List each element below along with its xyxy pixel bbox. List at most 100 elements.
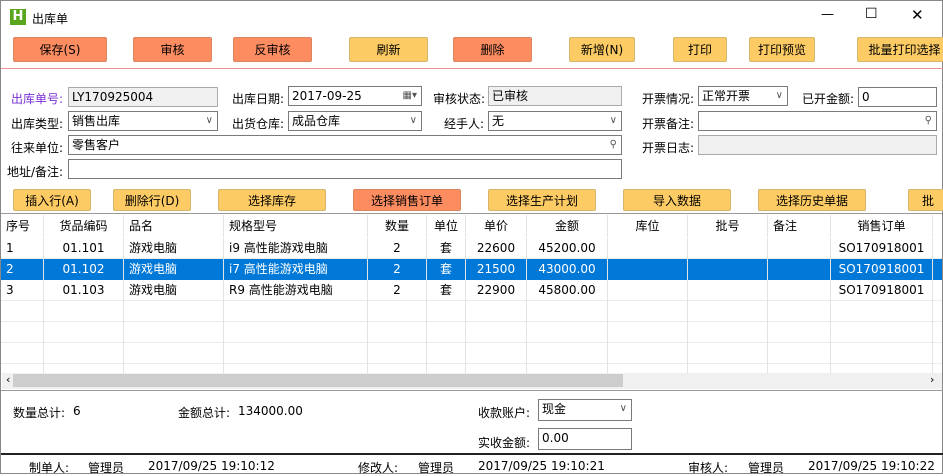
table-cell[interactable] [466, 301, 527, 322]
column-header[interactable]: 数量 [368, 215, 427, 237]
table-cell[interactable]: 套 [427, 238, 466, 259]
action-button-1[interactable]: 删除行(D) [113, 189, 191, 211]
account-select[interactable]: 现金 ∨ [538, 399, 632, 421]
table-cell[interactable] [608, 238, 688, 259]
calendar-icon[interactable]: ▦▾ [403, 88, 417, 104]
column-header[interactable]: 品名 [124, 215, 224, 237]
table-cell[interactable] [124, 301, 224, 322]
table-cell[interactable] [466, 364, 527, 373]
column-header[interactable]: 单位 [427, 215, 466, 237]
table-cell[interactable] [1, 364, 44, 373]
table-cell[interactable] [1, 301, 44, 322]
column-header[interactable]: 单价 [466, 215, 527, 237]
table-cell[interactable] [688, 259, 768, 280]
table-cell[interactable] [124, 322, 224, 343]
table-cell[interactable] [1, 343, 44, 364]
column-header[interactable] [933, 215, 942, 237]
table-cell[interactable]: SO170918001 [831, 280, 933, 301]
table-cell[interactable] [527, 301, 608, 322]
table-cell[interactable]: 套 [427, 280, 466, 301]
toolbar-button-6[interactable]: 打印 [673, 37, 727, 62]
table-cell[interactable]: 2 [1, 259, 44, 280]
table-cell[interactable] [831, 322, 933, 343]
table-cell[interactable] [688, 280, 768, 301]
action-button-6[interactable]: 选择历史单据 [758, 189, 866, 211]
table-cell[interactable]: 22900 [466, 280, 527, 301]
table-cell[interactable] [44, 322, 124, 343]
column-header[interactable]: 货品编码 [44, 215, 124, 237]
toolbar-button-5[interactable]: 新增(N) [569, 37, 635, 62]
table-cell[interactable] [831, 301, 933, 322]
scrollbar-thumb[interactable] [13, 374, 623, 387]
partner-field[interactable]: 零售客户 ⚲ [68, 135, 622, 155]
table-cell[interactable]: 2 [368, 238, 427, 259]
table-cell[interactable]: 套 [427, 259, 466, 280]
table-cell[interactable] [527, 343, 608, 364]
table-cell[interactable] [44, 364, 124, 373]
table-cell[interactable]: 01.101 [44, 238, 124, 259]
table-cell[interactable]: R9 高性能游戏电脑 [224, 280, 368, 301]
column-header[interactable]: 库位 [608, 215, 688, 237]
column-header[interactable]: 备注 [768, 215, 831, 237]
table-cell[interactable] [768, 280, 831, 301]
action-button-4[interactable]: 选择生产计划 [488, 189, 596, 211]
table-cell[interactable] [608, 322, 688, 343]
address-field[interactable] [68, 159, 622, 179]
table-cell[interactable] [831, 364, 933, 373]
table-cell[interactable]: 45200.00 [527, 238, 608, 259]
table-cell[interactable] [608, 259, 688, 280]
invoiced-amount-field[interactable]: 0 [858, 87, 937, 107]
table-cell[interactable] [688, 238, 768, 259]
table-cell[interactable] [688, 322, 768, 343]
table-cell[interactable]: 3 [1, 280, 44, 301]
table-cell[interactable] [933, 301, 942, 322]
type-select[interactable]: 销售出库 ∨ [68, 111, 218, 131]
action-button-3[interactable]: 选择销售订单 [353, 189, 461, 211]
toolbar-button-0[interactable]: 保存(S) [13, 37, 107, 62]
empty-row[interactable] [1, 343, 942, 364]
toolbar-button-1[interactable]: 审核 [133, 37, 212, 62]
table-cell[interactable]: 2 [368, 259, 427, 280]
table-cell[interactable] [224, 322, 368, 343]
search-icon[interactable]: ⚲ [925, 113, 932, 129]
empty-row[interactable] [1, 301, 942, 322]
table-cell[interactable] [933, 238, 942, 259]
empty-row[interactable] [1, 322, 942, 343]
table-cell[interactable] [688, 301, 768, 322]
table-cell[interactable] [768, 259, 831, 280]
table-cell[interactable] [44, 301, 124, 322]
invoice-status-select[interactable]: 正常开票 ∨ [698, 86, 788, 106]
table-cell[interactable]: SO170918001 [831, 259, 933, 280]
toolbar-button-8[interactable]: 批量打印选择 [857, 37, 943, 62]
table-cell[interactable] [608, 364, 688, 373]
table-cell[interactable] [224, 301, 368, 322]
scroll-left-icon[interactable]: ‹ [6, 373, 10, 386]
table-cell[interactable] [44, 343, 124, 364]
table-row[interactable]: 3 01.103 游戏电脑 R9 高性能游戏电脑 2 套 22900 45800.00 SO17… [1, 280, 942, 301]
table-cell[interactable]: 游戏电脑 [124, 280, 224, 301]
toolbar-button-4[interactable]: 删除 [453, 37, 532, 62]
toolbar-button-2[interactable]: 反审核 [233, 37, 312, 62]
table-cell[interactable] [124, 364, 224, 373]
table-cell[interactable]: 45800.00 [527, 280, 608, 301]
table-cell[interactable]: 21500 [466, 259, 527, 280]
table-cell[interactable] [527, 322, 608, 343]
table-cell[interactable]: 2 [368, 280, 427, 301]
action-button-2[interactable]: 选择库存 [218, 189, 326, 211]
table-cell[interactable] [427, 301, 466, 322]
table-cell[interactable]: 1 [1, 238, 44, 259]
table-cell[interactable] [427, 364, 466, 373]
table-cell[interactable]: 01.103 [44, 280, 124, 301]
action-button-5[interactable]: 导入数据 [623, 189, 731, 211]
table-cell[interactable] [527, 364, 608, 373]
table-cell[interactable] [427, 322, 466, 343]
table-cell[interactable] [933, 343, 942, 364]
table-cell[interactable]: i7 高性能游戏电脑 [224, 259, 368, 280]
invoice-note-field[interactable]: ⚲ [698, 111, 937, 131]
table-cell[interactable] [768, 322, 831, 343]
table-row[interactable]: 1 01.101 游戏电脑 i9 高性能游戏电脑 2 套 22600 45200.00 SO17… [1, 238, 942, 259]
table-cell[interactable] [368, 322, 427, 343]
maximize-button[interactable]: ☐ [865, 6, 878, 22]
table-cell[interactable] [933, 280, 942, 301]
received-field[interactable]: 0.00 [538, 428, 632, 450]
